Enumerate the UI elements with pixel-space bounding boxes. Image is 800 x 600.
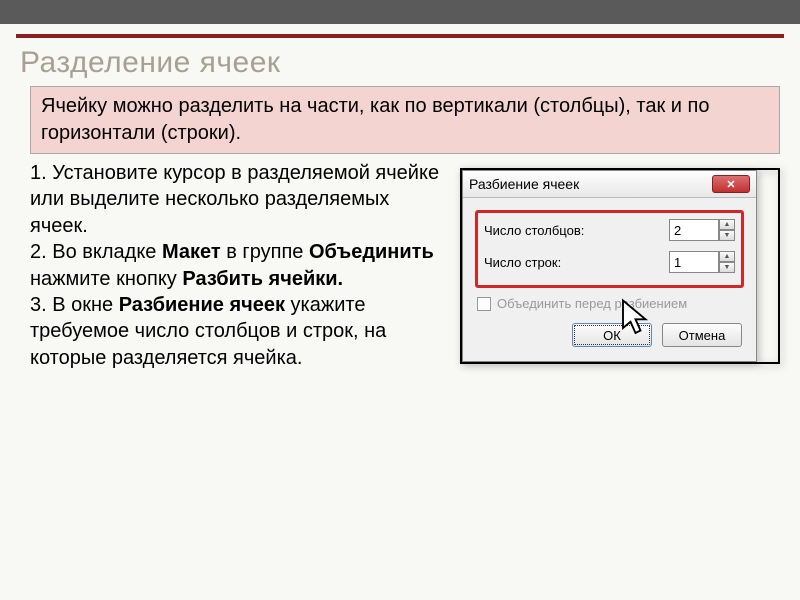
rows-up-icon[interactable]: ▲	[719, 251, 735, 262]
step-1: 1. Установите курсор в разделяемой ячейк…	[30, 160, 450, 239]
columns-label: Число столбцов:	[484, 223, 663, 238]
columns-field: Число столбцов: ▲ ▼	[484, 219, 735, 241]
merge-checkbox[interactable]	[477, 297, 491, 311]
dialog-title: Разбиение ячеек	[469, 176, 579, 192]
merge-label: Объединить перед разбиением	[497, 296, 687, 311]
intro-box: Ячейку можно разделить на части, как по …	[30, 86, 780, 154]
columns-up-icon[interactable]: ▲	[719, 219, 735, 230]
rows-down-icon[interactable]: ▼	[719, 262, 735, 273]
intro-text: Ячейку можно разделить на части, как по …	[41, 95, 709, 144]
columns-down-icon[interactable]: ▼	[719, 230, 735, 241]
steps-text: 1. Установите курсор в разделяемой ячейк…	[30, 160, 450, 371]
dialog-titlebar: Разбиение ячеек ✕	[463, 171, 756, 198]
slide-title: Разделение ячеек	[20, 46, 780, 80]
columns-input[interactable]	[669, 219, 719, 241]
fields-highlight: Число столбцов: ▲ ▼ Число строк:	[475, 210, 744, 288]
ok-button[interactable]: ОК	[572, 323, 652, 347]
rows-label: Число строк:	[484, 255, 663, 270]
rows-field: Число строк: ▲ ▼	[484, 251, 735, 273]
merge-checkbox-row[interactable]: Объединить перед разбиением	[477, 296, 744, 311]
step-2: 2. Во вкладке Макет в группе Объединить …	[30, 239, 450, 292]
close-button[interactable]: ✕	[712, 175, 750, 193]
cancel-button[interactable]: Отмена	[662, 323, 742, 347]
rows-input[interactable]	[669, 251, 719, 273]
step-3: 3. В окне Разбиение ячеек укажите требуе…	[30, 292, 450, 371]
window-topbar	[0, 0, 800, 24]
title-underline	[16, 28, 784, 38]
split-cells-dialog: Разбиение ячеек ✕ Число столбцов: ▲ ▼	[462, 170, 757, 362]
close-icon: ✕	[726, 178, 735, 191]
